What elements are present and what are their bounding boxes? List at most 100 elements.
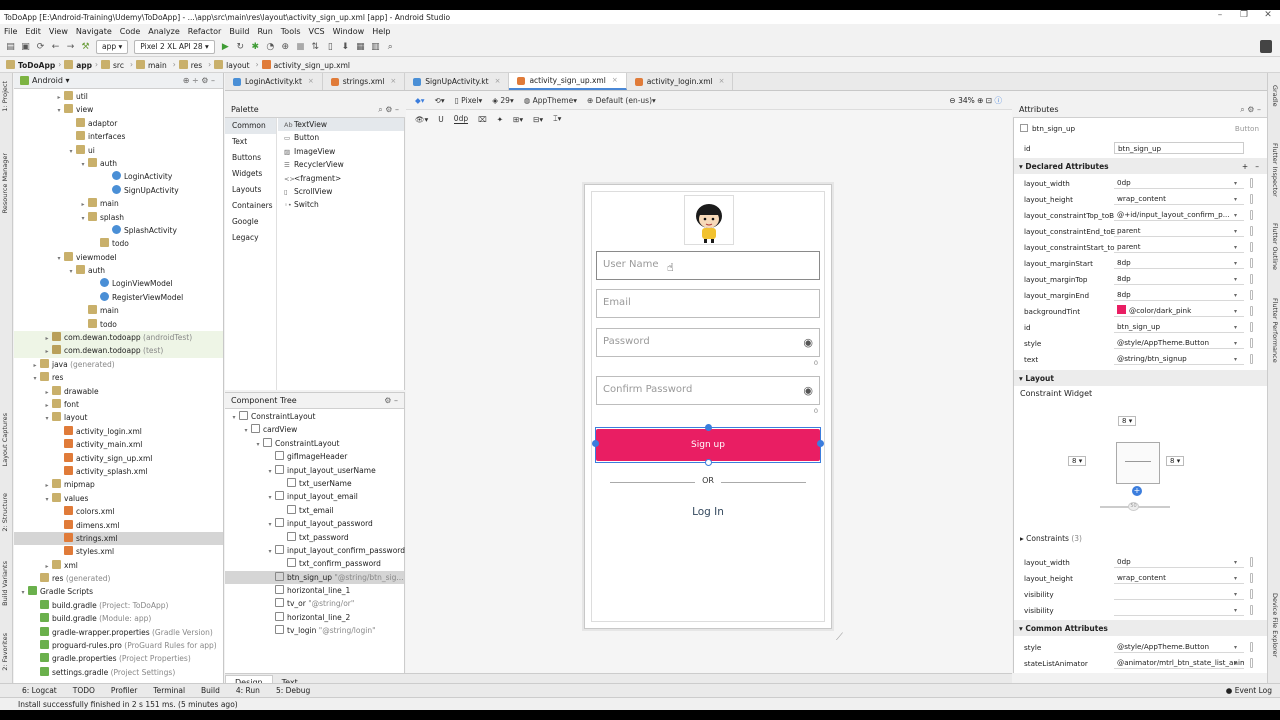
login-link[interactable]: Log In: [592, 506, 824, 518]
dropdown-arrow-icon[interactable]: ▾: [1234, 260, 1237, 267]
tree-row[interactable]: activity_login.xml: [14, 425, 223, 438]
palette-category-widgets[interactable]: Widgets: [225, 166, 276, 182]
attribute-value[interactable]: 0dp: [1114, 177, 1244, 189]
left-tool-2[interactable]: Layout Captures: [1, 413, 9, 466]
tree-row[interactable]: ▾ auth: [14, 157, 223, 170]
default-margin[interactable]: 0dp: [453, 114, 469, 124]
project-view-select[interactable]: Android: [32, 76, 63, 85]
email-field[interactable]: Email: [596, 289, 820, 318]
expand-arrow-icon[interactable]: ▾: [78, 158, 88, 171]
editor-tab[interactable]: activity_sign_up.xml ×: [509, 73, 627, 90]
editor-tab[interactable]: SignUpActivity.kt ×: [405, 73, 510, 90]
attach-debugger-icon[interactable]: ⊕: [280, 42, 291, 53]
resource-picker-icon[interactable]: [1250, 210, 1253, 220]
tree-row[interactable]: ▾ auth: [14, 264, 223, 277]
password-field[interactable]: Password ◉: [596, 328, 820, 357]
tree-row[interactable]: main: [14, 304, 223, 317]
run-icon[interactable]: ▶: [220, 42, 231, 53]
component-tree-row[interactable]: ▾ ConstraintLayout: [225, 437, 404, 450]
tree-row[interactable]: ▸ drawable: [14, 385, 223, 398]
confirm-password-field[interactable]: Confirm Password ◉: [596, 376, 820, 405]
right-tool-3[interactable]: Flutter Performance: [1271, 298, 1279, 363]
tree-row[interactable]: build.gradle (Module: app): [14, 612, 223, 625]
margin-top-select[interactable]: 8 ▾: [1118, 416, 1137, 426]
attribute-value[interactable]: @animator/mtrl_btn_state_list_anim: [1114, 657, 1244, 669]
dropdown-arrow-icon[interactable]: ▾: [1234, 180, 1237, 187]
right-tool-1[interactable]: Flutter Inspector: [1271, 143, 1279, 197]
breadcrumb-item[interactable]: ToDoApp: [6, 59, 55, 70]
palette-actions-icon[interactable]: ⌕ ⚙ –: [378, 105, 399, 115]
attribute-value[interactable]: wrap_content: [1114, 572, 1244, 584]
margin-start-select[interactable]: 8 ▾: [1068, 456, 1087, 466]
dropdown-arrow-icon[interactable]: ▾: [1234, 607, 1237, 614]
attribute-value[interactable]: @color/dark_pink: [1114, 305, 1244, 317]
design-mode-icon[interactable]: ◆▾: [415, 96, 425, 105]
component-tree-row[interactable]: ▾ cardView: [225, 423, 404, 436]
autoconnect-icon[interactable]: U: [438, 115, 444, 124]
resource-picker-icon[interactable]: [1250, 605, 1253, 615]
menu-item-code[interactable]: Code: [116, 27, 144, 36]
tree-row[interactable]: ▾ Gradle Scripts: [14, 585, 223, 598]
attribute-value[interactable]: wrap_content: [1114, 193, 1244, 205]
tree-row[interactable]: ▾ ui: [14, 144, 223, 157]
gradle-sync-icon[interactable]: ⇅: [310, 42, 321, 53]
close-tab-icon[interactable]: ×: [719, 73, 725, 90]
expand-arrow-icon[interactable]: ▾: [253, 438, 263, 451]
close-tab-icon[interactable]: ×: [308, 73, 314, 90]
editor-tab[interactable]: LoginActivity.kt ×: [225, 73, 323, 90]
expand-arrow-icon[interactable]: ▾: [66, 265, 76, 278]
tree-row[interactable]: activity_splash.xml: [14, 465, 223, 478]
tree-row[interactable]: ▸ util: [14, 90, 223, 103]
maximize-icon[interactable]: ❐: [1232, 10, 1256, 20]
dropdown-arrow-icon[interactable]: ▾: [1234, 340, 1237, 347]
tool-window-5[interactable]: 4: Run: [236, 686, 260, 695]
component-tree-row[interactable]: txt_confirm_password: [225, 557, 404, 570]
right-tool-0[interactable]: Gradle: [1271, 85, 1279, 107]
palette-category-buttons[interactable]: Buttons: [225, 150, 276, 166]
tree-row[interactable]: ▾ values: [14, 492, 223, 505]
tree-row[interactable]: ▸ main: [14, 197, 223, 210]
menu-item-analyze[interactable]: Analyze: [144, 27, 184, 36]
resource-picker-icon[interactable]: [1250, 557, 1253, 567]
resource-picker-icon[interactable]: [1250, 258, 1253, 268]
open-folder-icon[interactable]: ▤: [5, 42, 16, 53]
component-tree-row[interactable]: horizontal_line_1: [225, 584, 404, 597]
module-select[interactable]: app ▾: [96, 40, 129, 54]
expand-arrow-icon[interactable]: ▾: [229, 411, 239, 424]
attributes-actions-icon[interactable]: ⌕ ⚙ –: [1240, 105, 1261, 115]
component-tree-row[interactable]: ▾ input_layout_email: [225, 490, 404, 503]
menu-item-navigate[interactable]: Navigate: [72, 27, 116, 36]
tool-window-6[interactable]: 5: Debug: [276, 686, 310, 695]
dropdown-arrow-icon[interactable]: ▾: [1234, 228, 1237, 235]
add-constraint-icon[interactable]: +: [1132, 486, 1142, 496]
expand-arrow-icon[interactable]: ▾: [241, 424, 251, 437]
resource-picker-icon[interactable]: [1250, 178, 1253, 188]
palette-item[interactable]: AbTextView: [278, 118, 404, 132]
save-icon[interactable]: ▣: [20, 42, 31, 53]
resize-handle-icon[interactable]: ⟋: [836, 632, 843, 643]
expand-arrow-icon[interactable]: ▾: [265, 518, 275, 531]
left-anchor-handle[interactable]: [592, 440, 599, 447]
resource-picker-icon[interactable]: [1250, 658, 1253, 668]
expand-arrow-icon[interactable]: ▸: [42, 479, 52, 492]
resource-picker-icon[interactable]: [1250, 274, 1253, 284]
menu-item-vcs[interactable]: VCS: [305, 27, 329, 36]
expand-arrow-icon[interactable]: ▸: [78, 198, 88, 211]
locale-menu[interactable]: ⊕ Default (en-us)▾: [587, 96, 656, 105]
top-anchor-handle[interactable]: [705, 424, 712, 431]
sdk-manager-icon[interactable]: ⬇: [340, 42, 351, 53]
attribute-value[interactable]: [1114, 604, 1244, 616]
bottom-anchor-handle[interactable]: [705, 459, 712, 466]
tree-row[interactable]: ▸ mipmap: [14, 478, 223, 491]
view-options-icon[interactable]: 👁▾: [415, 115, 428, 124]
expand-arrow-icon[interactable]: ▾: [42, 412, 52, 425]
dropdown-arrow-icon[interactable]: ▾: [1234, 276, 1237, 283]
expand-arrow-icon[interactable]: ▾: [265, 465, 275, 478]
expand-arrow-icon[interactable]: ▾: [265, 491, 275, 504]
expand-arrow-icon[interactable]: ▸: [42, 399, 52, 412]
expand-arrow-icon[interactable]: ▾: [54, 252, 64, 265]
component-tree-row[interactable]: horizontal_line_2: [225, 611, 404, 624]
attribute-value[interactable]: 0dp: [1114, 556, 1244, 568]
expand-arrow-icon[interactable]: ▾: [54, 104, 64, 117]
resource-picker-icon[interactable]: [1250, 242, 1253, 252]
